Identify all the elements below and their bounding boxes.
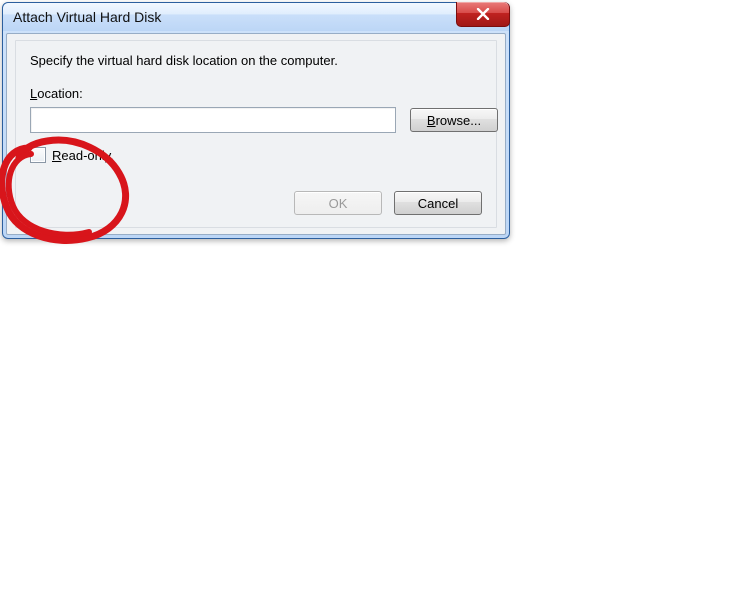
location-row: Browse...: [30, 107, 482, 133]
close-icon: [476, 8, 490, 20]
browse-button[interactable]: Browse...: [410, 108, 498, 132]
location-input[interactable]: [30, 107, 396, 133]
instruction-text: Specify the virtual hard disk location o…: [30, 53, 482, 68]
window-title: Attach Virtual Hard Disk: [13, 9, 503, 25]
location-label: Location:: [30, 86, 482, 101]
dialog-buttons: OK Cancel: [30, 191, 482, 215]
titlebar: Attach Virtual Hard Disk: [3, 3, 509, 31]
attach-vhd-dialog: Attach Virtual Hard Disk Specify the vir…: [2, 2, 510, 239]
content-panel: Specify the virtual hard disk location o…: [15, 40, 497, 228]
readonly-checkbox[interactable]: [30, 147, 46, 163]
close-button[interactable]: [456, 2, 510, 27]
ok-button[interactable]: OK: [294, 191, 382, 215]
cancel-button[interactable]: Cancel: [394, 191, 482, 215]
readonly-label: Read-only.: [52, 148, 114, 163]
readonly-row: Read-only.: [30, 147, 482, 163]
client-area: Specify the virtual hard disk location o…: [6, 33, 506, 235]
